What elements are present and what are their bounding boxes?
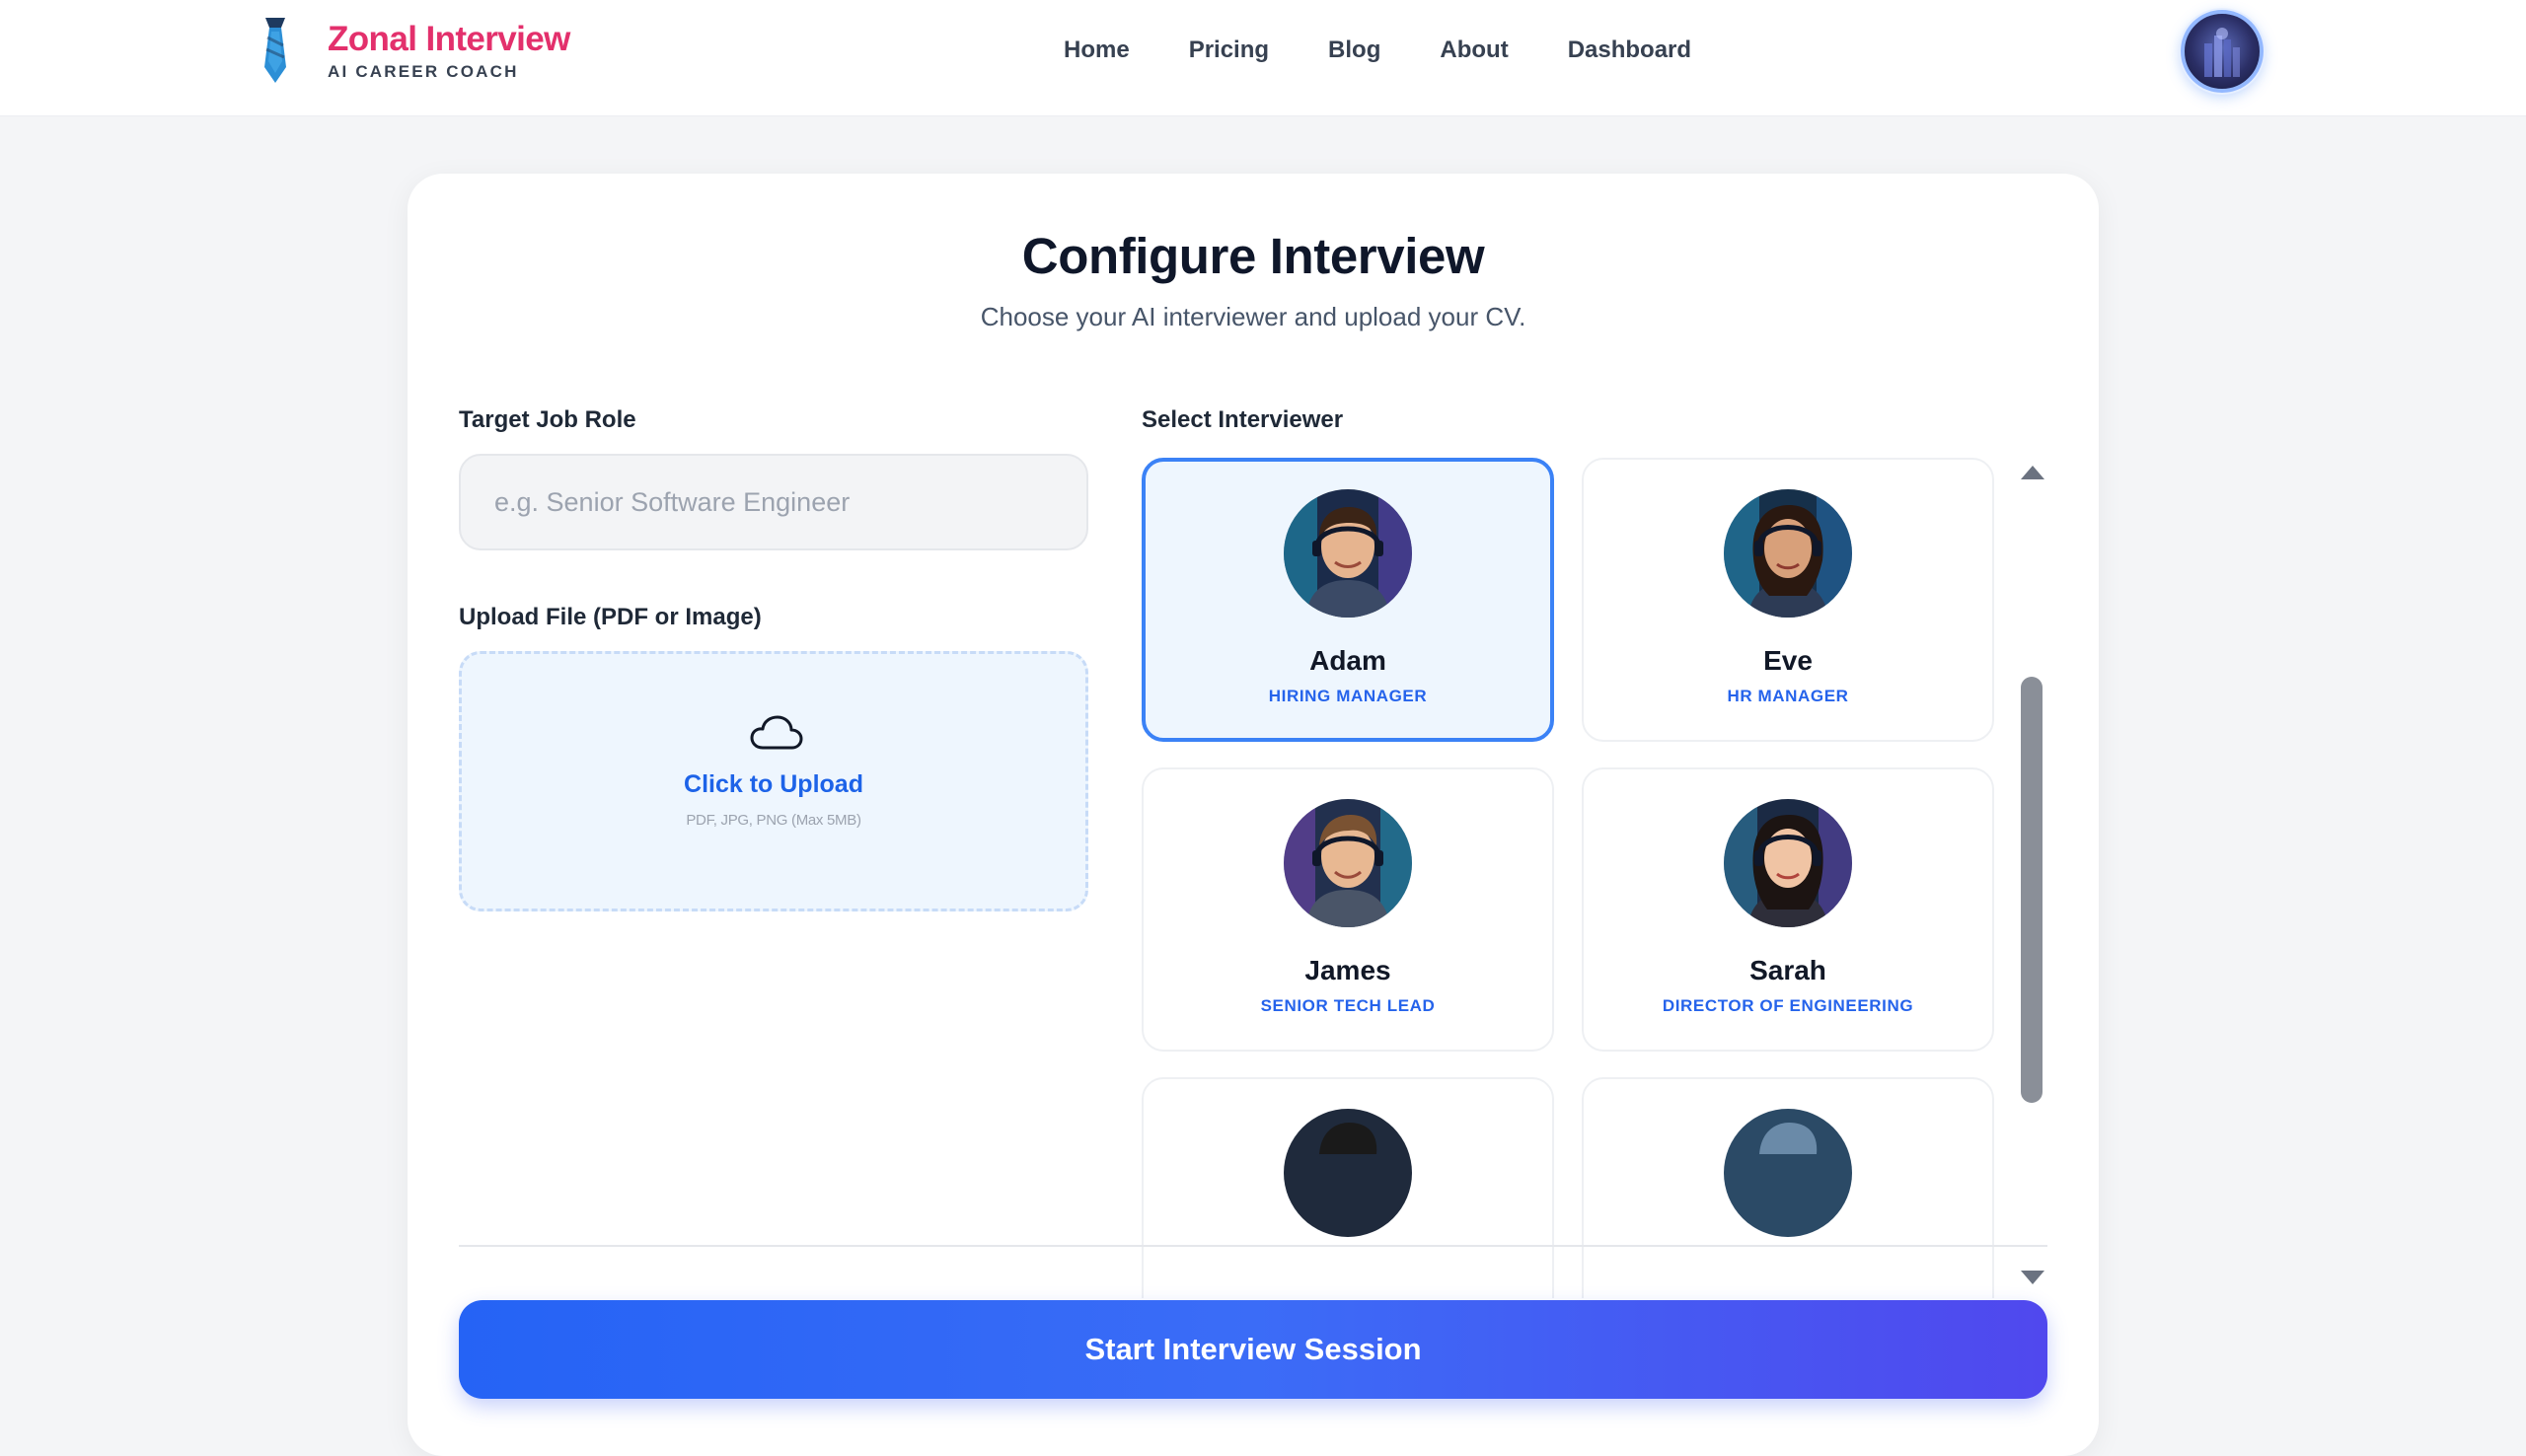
interviewer-name: Adam — [1309, 645, 1386, 676]
upload-dropzone[interactable]: Click to Upload PDF, JPG, PNG (Max 5MB) — [459, 651, 1088, 911]
top-navbar: Zonal Interview AI CAREER COACH Home Pri… — [0, 0, 2526, 116]
start-interview-button[interactable]: Start Interview Session — [459, 1300, 2047, 1399]
interviewer-card-adam[interactable]: Adam HIRING MANAGER — [1142, 458, 1554, 742]
nav-about[interactable]: About — [1440, 36, 1508, 65]
user-avatar-button[interactable] — [2181, 10, 2264, 93]
avatar — [1284, 489, 1412, 618]
interviewer-name: Eve — [1763, 645, 1813, 676]
avatar — [1724, 1109, 1852, 1237]
interviewer-role: SENIOR TECH LEAD — [1260, 996, 1436, 1015]
nav-home[interactable]: Home — [1064, 36, 1130, 65]
scroll-down-arrow-icon[interactable] — [2021, 1271, 2044, 1284]
job-role-label: Target Job Role — [459, 406, 636, 433]
interviewer-card-sarah[interactable]: Sarah DIRECTOR OF ENGINEERING — [1582, 767, 1994, 1052]
brand-title: Zonal Interview — [328, 20, 570, 58]
interviewer-grid-viewport[interactable]: Adam HIRING MANAGER Eve HR MANAGER James… — [1142, 458, 2063, 1298]
avatar — [1724, 489, 1852, 618]
brand-subtitle: AI CAREER COACH — [328, 62, 519, 81]
avatar — [1284, 799, 1412, 927]
interviewer-name: James — [1304, 955, 1391, 985]
interviewer-card-eve[interactable]: Eve HR MANAGER — [1582, 458, 1994, 742]
main-nav: Home Pricing Blog About Dashboard — [1064, 36, 1691, 65]
interviewer-card-james[interactable]: James SENIOR TECH LEAD — [1142, 767, 1554, 1052]
interviewer-grid: Adam HIRING MANAGER Eve HR MANAGER James… — [1142, 458, 1998, 1298]
interviewer-role: HIRING MANAGER — [1268, 687, 1428, 705]
necktie-icon — [264, 18, 286, 83]
divider — [459, 1245, 2047, 1247]
avatar — [1284, 1109, 1412, 1237]
brand[interactable]: Zonal Interview AI CAREER COACH — [259, 16, 570, 85]
page-title: Configure Interview — [1021, 228, 1485, 284]
interviewer-card-5[interactable] — [1142, 1077, 1554, 1298]
upload-hint: PDF, JPG, PNG (Max 5MB) — [686, 812, 861, 829]
job-role-input[interactable] — [459, 454, 1088, 550]
configure-card: Configure Interview Choose your AI inter… — [408, 174, 2099, 1456]
nav-pricing[interactable]: Pricing — [1189, 36, 1269, 65]
upload-action: Click to Upload — [684, 770, 863, 798]
cloud-icon — [750, 715, 803, 750]
scrollbar-thumb[interactable] — [2021, 677, 2043, 1103]
interviewer-card-6[interactable] — [1582, 1077, 1994, 1298]
page-subtitle: Choose your AI interviewer and upload yo… — [980, 302, 1526, 331]
interviewer-name: Sarah — [1749, 955, 1826, 985]
nav-blog[interactable]: Blog — [1328, 36, 1380, 65]
interviewer-scrollbar[interactable] — [2018, 454, 2047, 1296]
nav-dashboard[interactable]: Dashboard — [1568, 36, 1691, 65]
interviewer-role: DIRECTOR OF ENGINEERING — [1662, 996, 1914, 1015]
avatar — [1724, 799, 1852, 927]
select-interviewer-label: Select Interviewer — [1142, 406, 1344, 433]
upload-label: Upload File (PDF or Image) — [459, 604, 762, 630]
user-avatar — [2204, 28, 2240, 77]
interviewer-role: HR MANAGER — [1727, 687, 1849, 705]
scroll-up-arrow-icon[interactable] — [2021, 466, 2044, 479]
